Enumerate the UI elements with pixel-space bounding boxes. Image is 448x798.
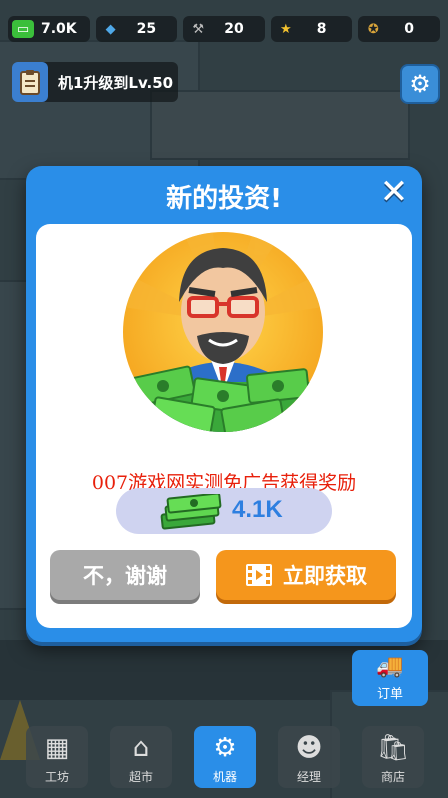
gear-icon: ⚙ (409, 70, 431, 98)
order-button[interactable]: 🚚 订单 (352, 650, 428, 706)
gem-icon: ◆ (105, 21, 116, 37)
hammer-counter[interactable]: ⚒ 20 (183, 16, 265, 42)
hammer-icon: ⚒ (192, 21, 205, 37)
investor-portrait (123, 232, 323, 432)
close-icon: ✕ (379, 172, 409, 212)
watch-ad-claim-button[interactable]: 立即获取 (216, 550, 396, 600)
cash-counter[interactable]: ▭ 7.0K (8, 16, 90, 42)
nav-label: 经理 (296, 770, 321, 784)
reward-value: 4.1K (232, 496, 283, 523)
upgrade-task-text: 机1升级到Lv.50 (58, 73, 174, 92)
nav-market[interactable]: ⌂ 超市 (110, 726, 172, 788)
badge-icon: ✪ (367, 21, 379, 37)
decline-label: 不，谢谢 (83, 564, 167, 588)
dialog-title: 新的投资! (166, 184, 282, 214)
manager-icon: ☻ (295, 733, 323, 763)
nav-label: 超市 (128, 770, 153, 784)
reward-amount: 4.1K (116, 488, 332, 534)
cash-stack-icon (160, 494, 222, 530)
truck-icon: 🚚 (376, 654, 404, 679)
dialog-panel: 007游戏网实测免广告获得奖励 4.1K 不，谢谢 立即获取 (36, 224, 412, 628)
bottom-nav: ▦ 工坊 ⌂ 超市 ⚙ 机器 ☻ 经理 🛍 商店 (0, 718, 448, 798)
hammer-value: 20 (224, 21, 244, 37)
nav-label: 工坊 (44, 770, 69, 784)
investment-dialog: 新的投资! ✕ 007游戏网实测免广告获得奖励 4.1K 不，谢谢 立即获取 (26, 166, 422, 642)
machine-icon: ⚙ (213, 733, 237, 763)
cash-value: 7.0K (40, 21, 77, 37)
gem-value: 25 (136, 21, 157, 37)
badge-counter[interactable]: ✪ 0 (358, 16, 440, 42)
workshop-icon: ▦ (44, 733, 70, 763)
nav-shop[interactable]: 🛍 商店 (362, 726, 424, 788)
gem-counter[interactable]: ◆ 25 (95, 16, 178, 42)
nav-manager[interactable]: ☻ 经理 (278, 726, 340, 788)
video-icon (246, 564, 272, 586)
accept-label: 立即获取 (283, 564, 367, 588)
clipboard-icon (12, 62, 48, 102)
star-icon: ★ (279, 21, 292, 37)
nav-workshop[interactable]: ▦ 工坊 (26, 726, 88, 788)
upgrade-task-banner[interactable]: 机1升级到Lv.50 (12, 62, 178, 102)
nav-machine[interactable]: ⚙ 机器 (194, 726, 256, 788)
order-label: 订单 (376, 687, 403, 702)
decline-button[interactable]: 不，谢谢 (50, 550, 200, 600)
star-value: 8 (316, 21, 327, 37)
nav-label: 机器 (212, 770, 237, 784)
badge-value: 0 (404, 21, 415, 37)
settings-button[interactable]: ⚙ (400, 64, 440, 104)
shop-icon: 🛍 (376, 733, 410, 763)
close-button[interactable]: ✕ (376, 174, 412, 210)
nav-label: 商店 (380, 770, 405, 784)
market-icon: ⌂ (132, 733, 150, 763)
star-counter[interactable]: ★ 8 (270, 16, 353, 42)
cash-icon: ▭ (12, 20, 34, 38)
resource-bar: ▭ 7.0K ◆ 25 ⚒ 20 ★ 8 ✪ 0 (8, 16, 440, 42)
